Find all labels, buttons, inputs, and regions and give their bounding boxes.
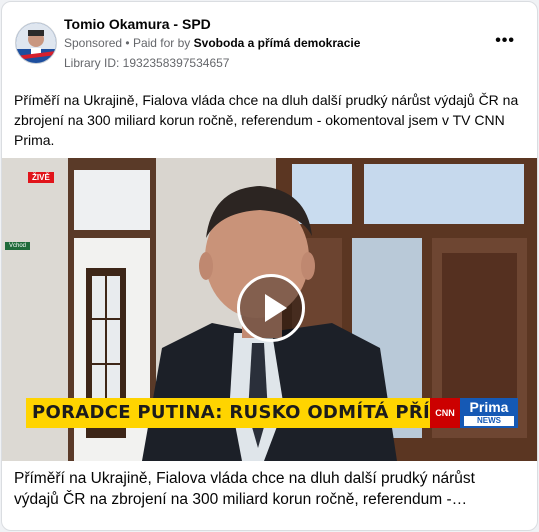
live-badge: ŽIVĚ bbox=[28, 172, 54, 183]
ticker-headline: PORADCE PUTINA: RUSKO ODMÍTÁ PŘÍMĚŘÍ bbox=[32, 402, 482, 423]
news-ticker: PORADCE PUTINA: RUSKO ODMÍTÁ PŘÍMĚŘÍ bbox=[26, 398, 482, 428]
page-name[interactable]: Tomio Okamura - SPD bbox=[64, 16, 211, 32]
more-options-button[interactable]: ••• bbox=[495, 32, 515, 50]
library-id: Library ID: 1932358397534657 bbox=[64, 56, 230, 70]
more-dots-icon: ••• bbox=[495, 32, 515, 49]
separator-dot: • bbox=[125, 36, 130, 50]
prima-logo-text: Prima bbox=[469, 399, 509, 415]
link-caption[interactable]: Příměří na Ukrajině, Fialova vláda chce … bbox=[14, 468, 524, 510]
prima-news-logo: Prima NEWS bbox=[460, 398, 518, 428]
entrance-sign: Vchod bbox=[5, 242, 31, 250]
paid-for-prefix: Paid for by bbox=[132, 36, 191, 50]
paid-for-by-link[interactable]: Svoboda a přímá demokracie bbox=[194, 36, 361, 50]
sponsored-line: Sponsored • Paid for by Svoboda a přímá … bbox=[64, 36, 360, 50]
sponsored-label: Sponsored bbox=[64, 36, 123, 50]
play-button[interactable] bbox=[237, 274, 305, 342]
ad-post-card: Tomio Okamura - SPD Sponsored • Paid for… bbox=[1, 1, 538, 531]
play-icon bbox=[265, 294, 287, 322]
post-header: Tomio Okamura - SPD Sponsored • Paid for… bbox=[2, 2, 537, 82]
cnn-logo: CNN bbox=[430, 398, 460, 428]
prima-news-text: NEWS bbox=[464, 416, 514, 426]
post-text: Příměří na Ukrajině, Fialova vláda chce … bbox=[14, 92, 519, 148]
avatar[interactable] bbox=[15, 22, 57, 64]
